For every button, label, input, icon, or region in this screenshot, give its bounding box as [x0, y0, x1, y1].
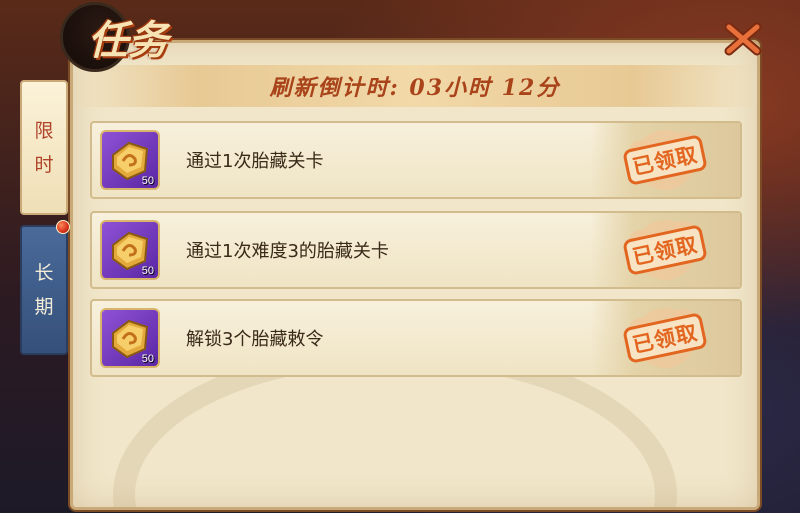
reward-item[interactable]: 50 — [100, 308, 160, 368]
reward-item[interactable]: 50 — [100, 220, 160, 280]
reward-item[interactable]: 50 — [100, 130, 160, 190]
close-button[interactable] — [722, 18, 764, 60]
task-status-area: 已领取 — [590, 123, 740, 197]
reward-count: 50 — [141, 175, 154, 187]
task-status-area: 已领取 — [590, 213, 740, 287]
claimed-stamp: 已领取 — [599, 115, 730, 205]
window-title-text: 任务 — [88, 17, 168, 64]
task-status-area: 已领取 — [590, 301, 740, 375]
tab-longterm-label-2: 期 — [34, 296, 54, 318]
tab-limited-label-1: 限 — [34, 119, 54, 142]
tab-limited-label-2: 时 — [34, 153, 54, 176]
task-description: 通过1次胎藏关卡 — [186, 151, 324, 172]
tab-longterm-label-1: 长 — [34, 262, 54, 284]
window-title: 任务 — [60, 2, 200, 72]
task-row: 50 通过1次胎藏关卡 已领取 — [90, 121, 742, 199]
tab-long-term[interactable]: 长 期 — [20, 225, 68, 355]
task-description: 通过1次难度3的胎藏关卡 — [186, 241, 389, 262]
claimed-stamp: 已领取 — [599, 205, 730, 295]
task-row: 50 解锁3个胎藏敕令 已领取 — [90, 299, 742, 377]
notification-dot-icon — [56, 220, 70, 234]
reward-count: 50 — [141, 265, 154, 277]
claimed-stamp: 已领取 — [599, 293, 730, 383]
task-row: 50 通过1次难度3的胎藏关卡 已领取 — [90, 211, 742, 289]
tab-limited-time[interactable]: 限 时 — [20, 80, 68, 215]
close-x-icon — [724, 22, 762, 56]
task-description: 解锁3个胎藏敕令 — [186, 329, 324, 350]
reward-count: 50 — [141, 353, 154, 365]
refresh-countdown: 刷新倒计时: 03小时 12分 — [269, 75, 561, 101]
